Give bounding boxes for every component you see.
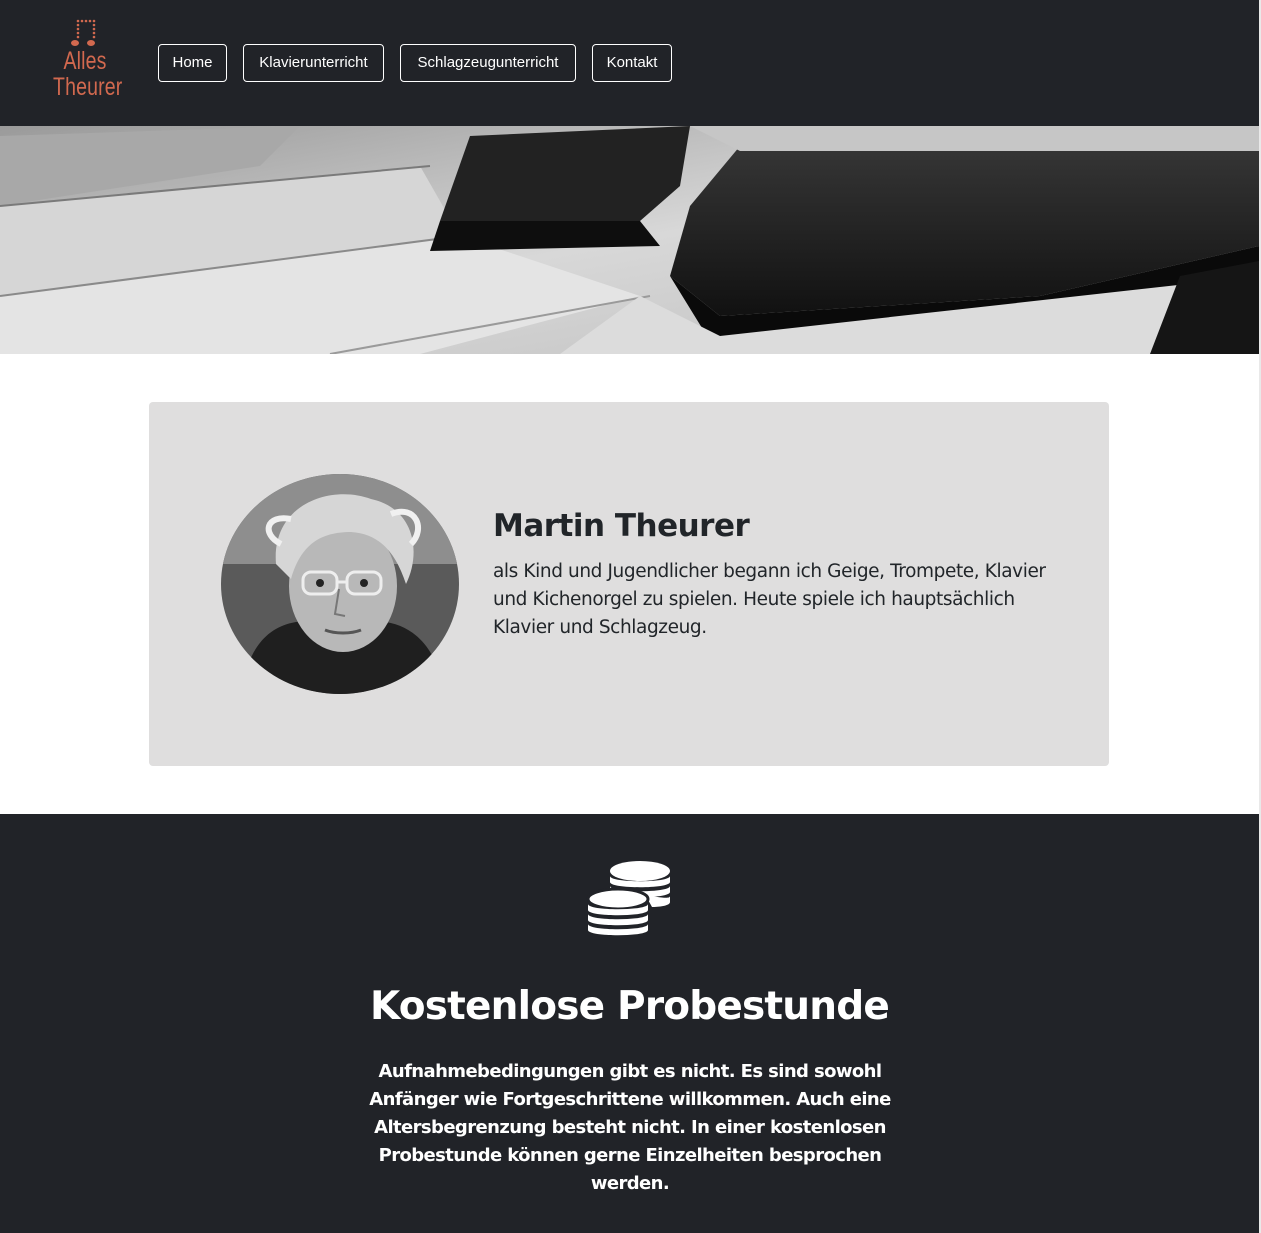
portrait-photo — [221, 474, 459, 694]
promo-title: Kostenlose Probestunde — [370, 984, 890, 1029]
profile-card: Martin Theurer als Kind und Jugendlicher… — [149, 402, 1109, 766]
profile-bio: als Kind und Jugendlicher begann ich Gei… — [493, 561, 1046, 638]
brand-name-line2: Theurer — [53, 73, 123, 101]
nav-home-button[interactable]: Home — [158, 44, 227, 82]
brand-name-line1: Alles — [63, 47, 107, 75]
nav-klavierunterricht-button[interactable]: Klavierunterricht — [243, 44, 384, 82]
promo-text: Aufnahmebedingungen gibt es nicht. Es si… — [369, 1061, 891, 1194]
brand-logo[interactable]: Alles Theurer — [44, 18, 126, 108]
navbar: Alles Theurer Home Klavierunterricht Sch… — [0, 0, 1259, 126]
piano-keys-photo — [0, 126, 1259, 354]
free-trial-section: Kostenlose Probestunde Aufnahmebedingung… — [0, 814, 1259, 1233]
profile-name: Martin Theurer — [493, 508, 750, 544]
music-note-icon — [71, 19, 96, 46]
nav-schlagzeugunterricht-button[interactable]: Schlagzeugunterricht — [400, 44, 576, 82]
hero-banner — [0, 126, 1259, 354]
nav-kontakt-button[interactable]: Kontakt — [592, 44, 672, 82]
coins-icon — [586, 861, 670, 936]
